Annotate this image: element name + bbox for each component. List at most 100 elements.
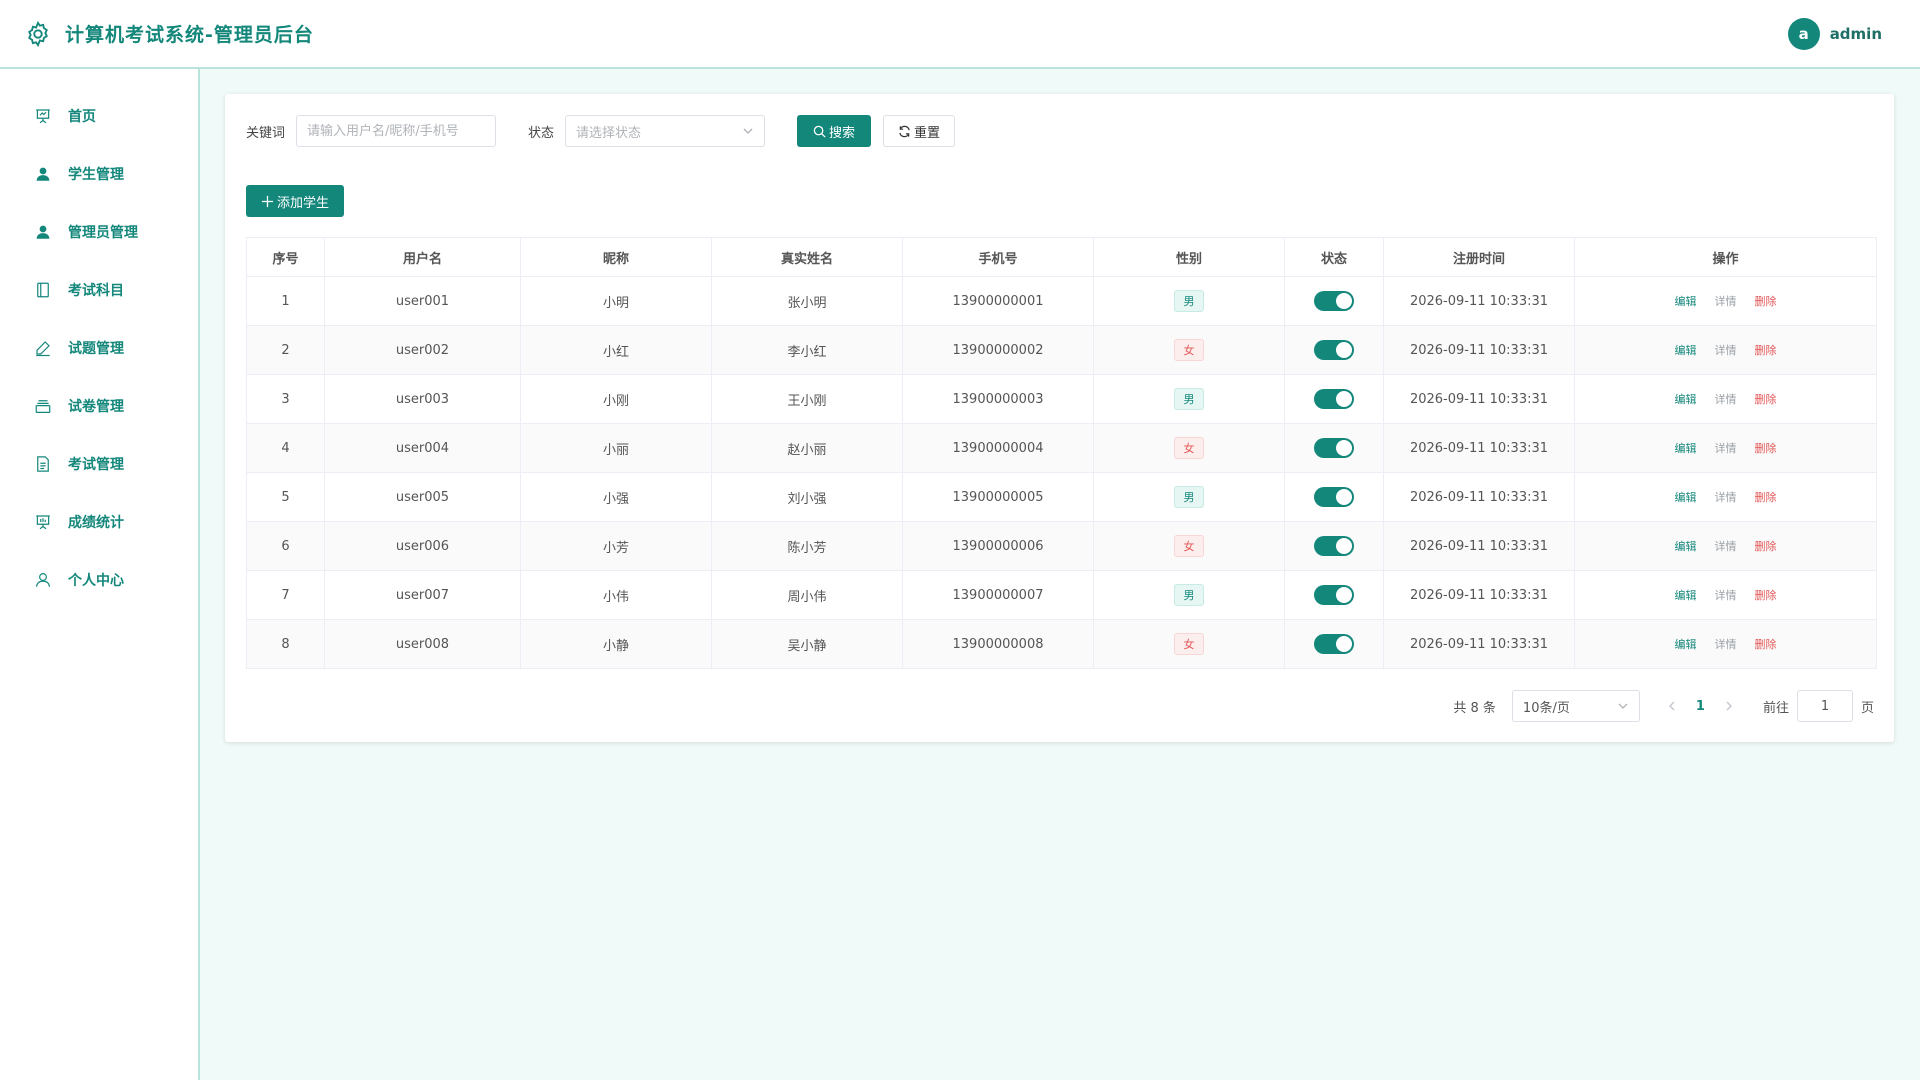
user-filled-icon bbox=[34, 165, 52, 183]
add-student-button[interactable]: 添加学生 bbox=[246, 185, 345, 217]
detail-link[interactable]: 详情 bbox=[1715, 293, 1737, 309]
keyword-input[interactable] bbox=[296, 115, 497, 147]
edit-link[interactable]: 编辑 bbox=[1675, 538, 1697, 554]
sidebar-item-papers[interactable]: 试卷管理 bbox=[0, 377, 198, 435]
detail-link[interactable]: 详情 bbox=[1715, 489, 1737, 505]
detail-link[interactable]: 详情 bbox=[1715, 538, 1737, 554]
cell-username: user002 bbox=[324, 325, 521, 375]
cell-phone: 13900000007 bbox=[902, 570, 1094, 620]
edit-link[interactable]: 编辑 bbox=[1675, 391, 1697, 407]
column-header: 性别 bbox=[1093, 237, 1285, 277]
delete-link[interactable]: 删除 bbox=[1755, 587, 1777, 603]
cell-status bbox=[1284, 570, 1384, 620]
cell-actions: 编辑 详情 删除 bbox=[1574, 619, 1877, 669]
user-icon bbox=[34, 571, 52, 589]
cell-status bbox=[1284, 423, 1384, 473]
next-page-button[interactable] bbox=[1723, 700, 1735, 712]
cell-actions: 编辑 详情 删除 bbox=[1574, 374, 1877, 424]
status-select[interactable]: 请选择状态 bbox=[565, 115, 766, 147]
edit-link[interactable]: 编辑 bbox=[1675, 489, 1697, 505]
user-menu[interactable]: a admin bbox=[1787, 17, 1920, 50]
detail-link[interactable]: 详情 bbox=[1715, 391, 1737, 407]
gender-tag: 男 bbox=[1174, 290, 1204, 312]
cell-phone: 13900000002 bbox=[902, 325, 1094, 375]
username[interactable]: admin bbox=[1830, 25, 1882, 43]
sidebar-item-exams[interactable]: 考试管理 bbox=[0, 435, 198, 493]
detail-link[interactable]: 详情 bbox=[1715, 587, 1737, 603]
cell-phone: 13900000003 bbox=[902, 374, 1094, 424]
edit-link[interactable]: 编辑 bbox=[1675, 440, 1697, 456]
cell-realname: 刘小强 bbox=[711, 472, 903, 522]
sidebar-item-subjects[interactable]: 考试科目 bbox=[0, 261, 198, 319]
search-button[interactable]: 搜索 bbox=[797, 115, 872, 147]
goto-page-input[interactable] bbox=[1796, 690, 1853, 722]
sidebar-item-label: 成绩统计 bbox=[68, 515, 124, 531]
reset-button[interactable]: 重置 bbox=[883, 115, 956, 147]
data-board-icon bbox=[34, 513, 52, 531]
column-header: 用户名 bbox=[324, 237, 521, 277]
cell-status bbox=[1284, 521, 1384, 571]
cell-gender: 男 bbox=[1093, 570, 1285, 620]
gender-tag: 男 bbox=[1174, 584, 1204, 606]
delete-link[interactable]: 删除 bbox=[1755, 391, 1777, 407]
edit-link[interactable]: 编辑 bbox=[1675, 293, 1697, 309]
sidebar-item-students[interactable]: 学生管理 bbox=[0, 145, 198, 203]
sidebar-item-scores[interactable]: 成绩统计 bbox=[0, 493, 198, 551]
status-toggle[interactable] bbox=[1314, 291, 1354, 311]
cell-index: 5 bbox=[246, 472, 325, 522]
delete-link[interactable]: 删除 bbox=[1755, 342, 1777, 358]
toggle-knob bbox=[1336, 391, 1352, 407]
dashboard-icon bbox=[34, 107, 52, 125]
cell-status bbox=[1284, 619, 1384, 669]
edit-link[interactable]: 编辑 bbox=[1675, 342, 1697, 358]
cell-username: user003 bbox=[324, 374, 521, 424]
status-label: 状态 bbox=[528, 125, 555, 141]
pagination: 共 8 条 10条/页 1 前往 页 bbox=[1453, 690, 1874, 722]
status-select-placeholder: 请选择状态 bbox=[576, 125, 642, 141]
cell-actions: 编辑 详情 删除 bbox=[1574, 423, 1877, 473]
table-body: 1 user001 小明 张小明 13900000001 男 2026-09-11 10:3… bbox=[246, 276, 1877, 669]
sidebar-item-home[interactable]: 首页 bbox=[0, 87, 198, 145]
sidebar-item-admins[interactable]: 管理员管理 bbox=[0, 203, 198, 261]
cell-phone: 13900000001 bbox=[902, 276, 1094, 326]
detail-link[interactable]: 详情 bbox=[1715, 636, 1737, 652]
cell-actions: 编辑 详情 删除 bbox=[1574, 472, 1877, 522]
status-toggle[interactable] bbox=[1314, 536, 1354, 556]
status-toggle[interactable] bbox=[1314, 389, 1354, 409]
edit-link[interactable]: 编辑 bbox=[1675, 636, 1697, 652]
delete-link[interactable]: 删除 bbox=[1755, 636, 1777, 652]
delete-link[interactable]: 删除 bbox=[1755, 293, 1777, 309]
status-toggle[interactable] bbox=[1314, 634, 1354, 654]
cell-registered: 2026-09-11 10:33:31 bbox=[1383, 570, 1575, 620]
cell-phone: 13900000004 bbox=[902, 423, 1094, 473]
delete-link[interactable]: 删除 bbox=[1755, 489, 1777, 505]
prev-page-button[interactable] bbox=[1666, 700, 1678, 712]
sidebar-item-label: 首页 bbox=[68, 109, 96, 125]
column-header: 操作 bbox=[1574, 237, 1877, 277]
detail-link[interactable]: 详情 bbox=[1715, 342, 1737, 358]
status-toggle[interactable] bbox=[1314, 340, 1354, 360]
chevron-down-icon bbox=[742, 125, 754, 137]
sidebar-item-questions[interactable]: 试题管理 bbox=[0, 319, 198, 377]
status-toggle[interactable] bbox=[1314, 438, 1354, 458]
page-size-select[interactable]: 10条/页 bbox=[1511, 690, 1640, 722]
table-row: 4 user004 小丽 赵小丽 13900000004 女 2026-09-11 10:3… bbox=[246, 423, 1877, 473]
page-number-current[interactable]: 1 bbox=[1696, 699, 1705, 714]
search-icon bbox=[813, 125, 826, 138]
sidebar-item-profile[interactable]: 个人中心 bbox=[0, 551, 198, 609]
cell-nickname: 小强 bbox=[520, 472, 712, 522]
status-toggle[interactable] bbox=[1314, 487, 1354, 507]
filter-bar: 关键词 状态 请选择状态 搜索 重置 bbox=[246, 115, 956, 147]
avatar[interactable]: a bbox=[1787, 17, 1820, 50]
detail-link[interactable]: 详情 bbox=[1715, 440, 1737, 456]
cell-realname: 陈小芳 bbox=[711, 521, 903, 571]
status-toggle[interactable] bbox=[1314, 585, 1354, 605]
gender-tag: 女 bbox=[1174, 339, 1204, 361]
delete-link[interactable]: 删除 bbox=[1755, 440, 1777, 456]
edit-link[interactable]: 编辑 bbox=[1675, 587, 1697, 603]
cell-nickname: 小静 bbox=[520, 619, 712, 669]
delete-link[interactable]: 删除 bbox=[1755, 538, 1777, 554]
cell-registered: 2026-09-11 10:33:31 bbox=[1383, 472, 1575, 522]
cell-registered: 2026-09-11 10:33:31 bbox=[1383, 374, 1575, 424]
cell-registered: 2026-09-11 10:33:31 bbox=[1383, 423, 1575, 473]
